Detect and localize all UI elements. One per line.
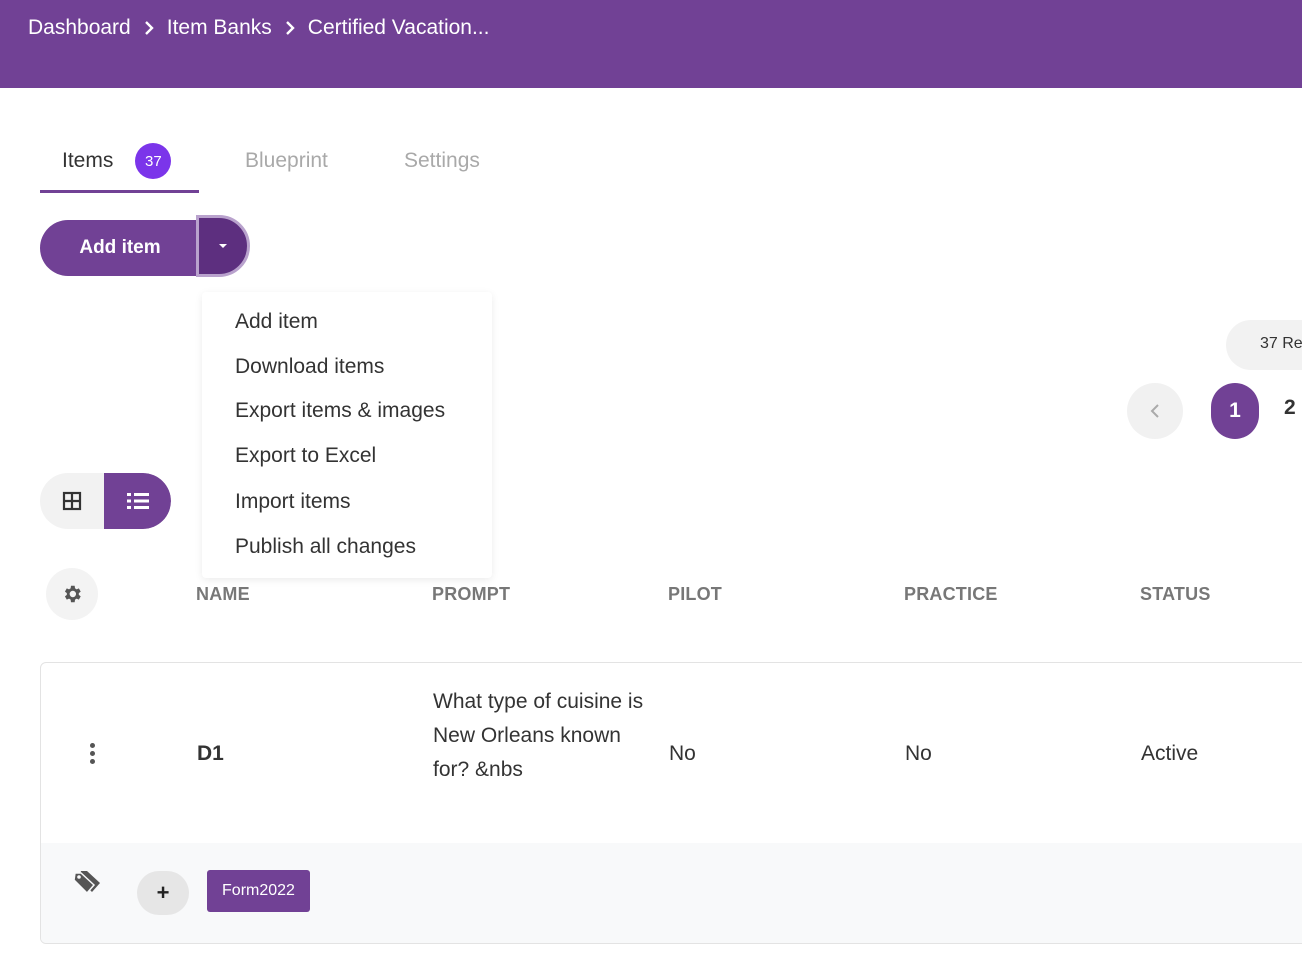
menu-item-import-items[interactable]: Import items (235, 490, 351, 514)
tab-blueprint-label: Blueprint (245, 149, 328, 172)
column-header-pilot[interactable]: PILOT (668, 584, 722, 605)
add-tag-button[interactable]: + (137, 871, 189, 915)
column-header-prompt[interactable]: PROMPT (432, 584, 510, 605)
cell-status: Active (1141, 742, 1199, 765)
tab-items[interactable]: Items 37 (62, 140, 172, 182)
items-count-badge: 37 (135, 143, 172, 179)
list-view-button[interactable] (104, 473, 171, 529)
tab-settings[interactable]: Settings (404, 140, 480, 182)
menu-item-export-to-excel[interactable]: Export to Excel (235, 444, 376, 468)
tab-blueprint[interactable]: Blueprint (245, 140, 328, 182)
breadcrumb-current: Certified Vacation... (307, 16, 490, 39)
tab-items-label: Items (62, 149, 114, 172)
table-row[interactable]: D1 What type of cuisine is New Orleans k… (40, 662, 1302, 944)
tags-icon (73, 871, 100, 895)
column-settings-button[interactable] (46, 568, 98, 620)
add-item-button[interactable]: Add item (40, 220, 202, 276)
chevron-right-icon (143, 20, 155, 36)
menu-item-download-items[interactable]: Download items (235, 355, 384, 379)
tab-settings-label: Settings (404, 149, 480, 172)
column-header-practice[interactable]: PRACTICE (904, 584, 998, 605)
breadcrumb-item-banks[interactable]: Item Banks (167, 16, 272, 40)
menu-item-add-item[interactable]: Add item (235, 310, 318, 334)
previous-page-button[interactable] (1127, 383, 1183, 439)
column-header-status[interactable]: STATUS (1140, 584, 1211, 605)
cell-pilot: No (669, 742, 696, 765)
active-tab-indicator (40, 190, 199, 193)
view-toggle (40, 473, 171, 529)
tag-chip[interactable]: Form2022 (207, 870, 310, 912)
page-1-button[interactable]: 1 (1211, 383, 1259, 439)
cell-prompt: What type of cuisine is New Orleans know… (433, 690, 644, 781)
menu-item-export-items-images[interactable]: Export items & images (235, 399, 445, 423)
page-2-button[interactable]: 2 (1284, 396, 1296, 420)
caret-down-icon (219, 244, 227, 248)
breadcrumb-dashboard[interactable]: Dashboard (28, 16, 131, 40)
menu-item-publish-all-changes[interactable]: Publish all changes (235, 535, 416, 559)
grid-icon (62, 491, 82, 511)
gear-icon (64, 585, 81, 603)
add-item-dropdown-menu: Add item Download items Export items & i… (202, 292, 492, 578)
top-header-bar: Dashboard Item Banks Certified Vacation.… (0, 0, 1302, 88)
list-icon (126, 493, 149, 509)
chevron-left-icon (1150, 404, 1159, 418)
records-count-label: 37 Re (1260, 335, 1302, 352)
add-item-dropdown-toggle[interactable] (196, 215, 250, 277)
records-per-page-select[interactable]: 37 Re (1226, 320, 1302, 370)
cell-practice: No (905, 742, 932, 765)
breadcrumb: Dashboard Item Banks Certified Vacation.… (28, 16, 489, 40)
kebab-menu-icon[interactable] (81, 733, 103, 773)
cell-name: D1 (197, 742, 224, 765)
column-header-name[interactable]: NAME (196, 584, 250, 605)
chevron-right-icon (284, 20, 296, 36)
grid-view-button[interactable] (40, 473, 104, 529)
